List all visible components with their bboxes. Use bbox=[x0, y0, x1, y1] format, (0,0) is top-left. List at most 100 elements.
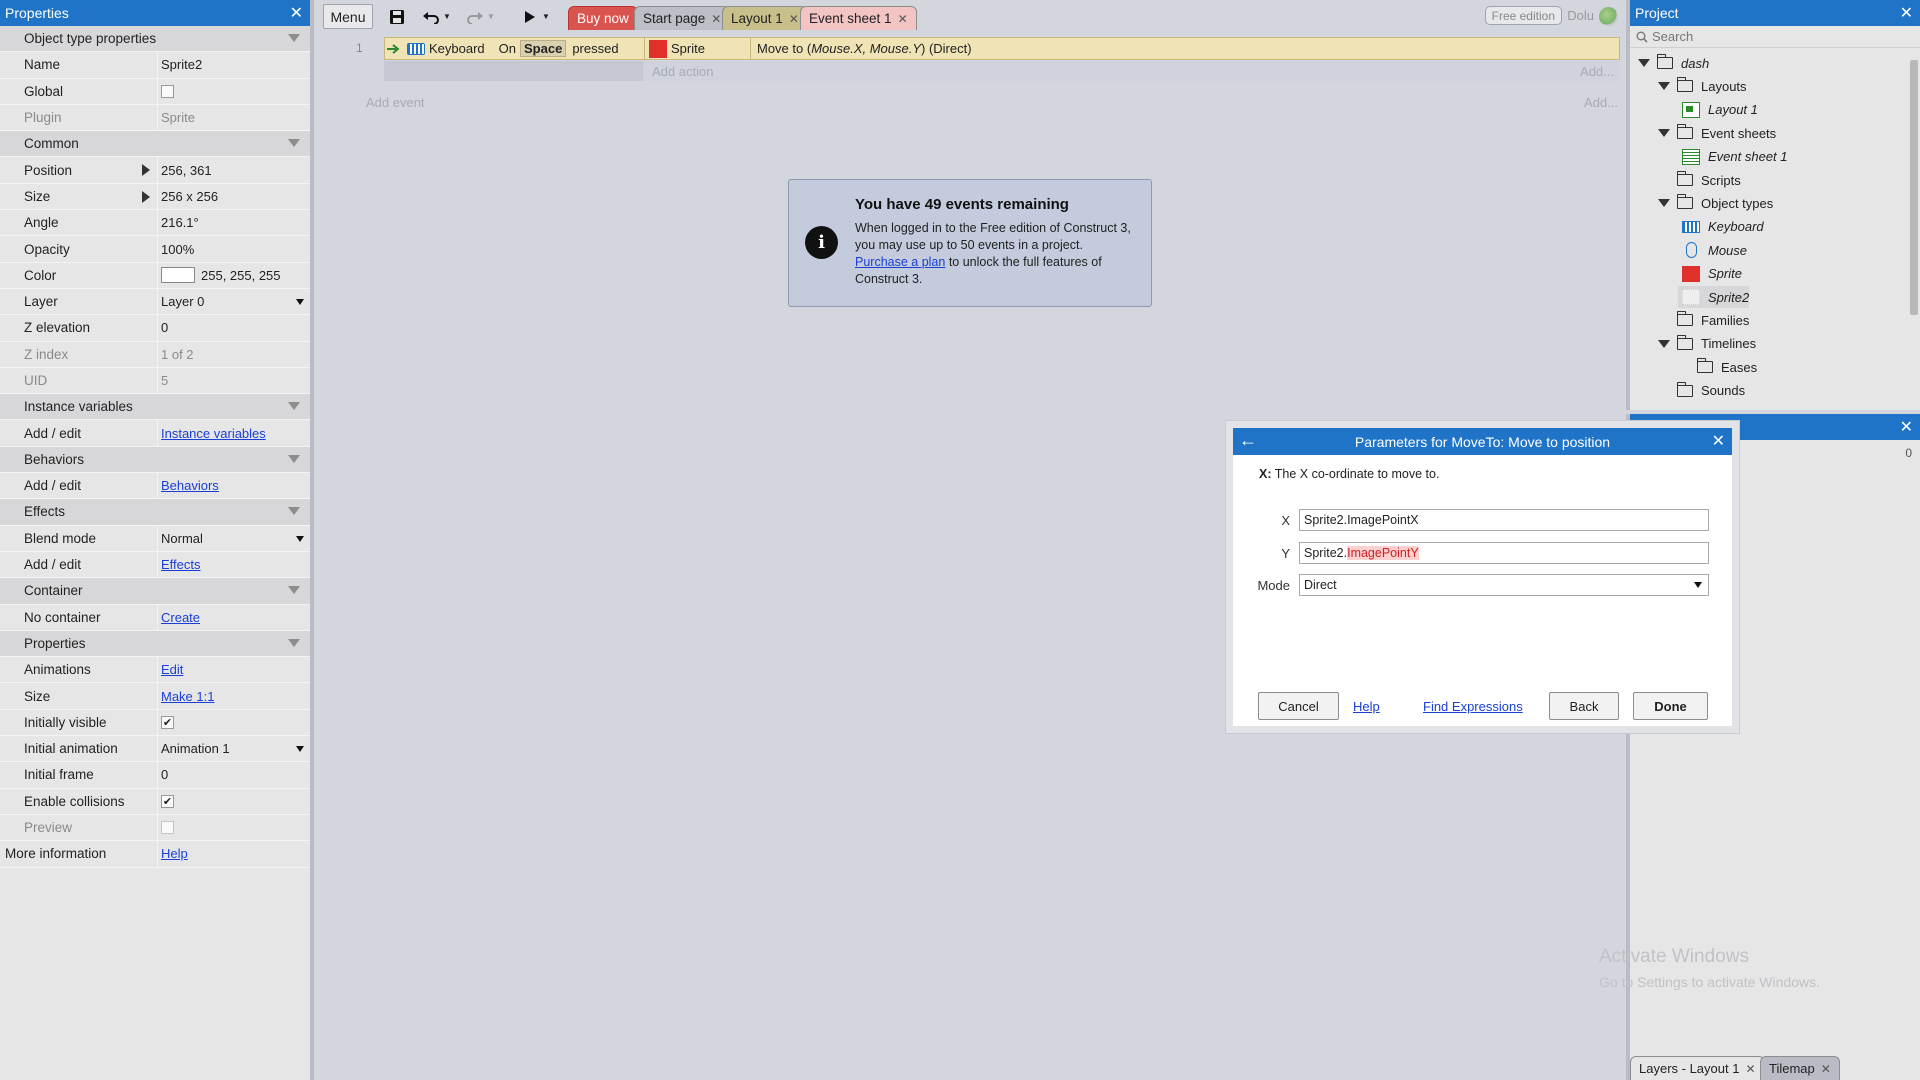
section-properties[interactable]: Properties bbox=[0, 630, 310, 658]
property-row-blend-mode[interactable]: Blend mode Normal bbox=[0, 525, 310, 552]
expand-toggle-icon[interactable] bbox=[1638, 59, 1650, 67]
property-row-more-information[interactable]: More information Help bbox=[0, 841, 310, 868]
expand-toggle-icon[interactable] bbox=[1658, 82, 1670, 91]
chevron-down-icon[interactable] bbox=[296, 746, 304, 753]
add-more-link[interactable]: Add... bbox=[1580, 64, 1614, 79]
property-row-global[interactable]: Global bbox=[0, 78, 310, 105]
property-row-layer[interactable]: Layer Layer 0 bbox=[0, 288, 310, 316]
tab-layout-1[interactable]: Layout 1 ✕ bbox=[722, 6, 808, 30]
close-icon[interactable]: ✕ bbox=[290, 3, 303, 23]
tree-item-event-sheet-1[interactable]: Event sheet 1 bbox=[1678, 146, 1788, 168]
tree-item-object-types[interactable]: Object types bbox=[1658, 192, 1773, 214]
close-icon[interactable]: ✕ bbox=[1745, 1062, 1755, 1076]
property-row-no-container[interactable]: No container Create bbox=[0, 604, 310, 631]
tree-item-sprite[interactable]: Sprite bbox=[1678, 263, 1742, 285]
close-icon[interactable]: ✕ bbox=[1900, 3, 1913, 23]
add-event-link[interactable]: Add event bbox=[366, 95, 425, 110]
property-value[interactable] bbox=[157, 78, 310, 104]
tab-layers[interactable]: Layers - Layout 1 ✕ bbox=[1630, 1056, 1765, 1080]
collapse-icon[interactable] bbox=[288, 402, 300, 411]
property-link[interactable]: Make 1:1 bbox=[161, 689, 214, 704]
color-swatch[interactable] bbox=[161, 267, 195, 284]
checkbox[interactable] bbox=[161, 821, 174, 835]
property-row-initial-frame[interactable]: Initial frame 0 bbox=[0, 762, 310, 789]
property-link[interactable]: Edit bbox=[161, 662, 183, 677]
chevron-down-icon[interactable] bbox=[296, 298, 304, 305]
close-icon[interactable]: ✕ bbox=[898, 12, 908, 26]
property-value[interactable]: 256 x 256 bbox=[157, 183, 310, 210]
expand-toggle-icon[interactable] bbox=[1658, 129, 1670, 138]
close-icon[interactable]: ✕ bbox=[1900, 417, 1913, 437]
property-link[interactable]: Instance variables bbox=[161, 426, 266, 441]
collapse-icon[interactable] bbox=[288, 454, 300, 463]
property-value[interactable]: Sprite bbox=[157, 104, 310, 131]
property-row-add-edit[interactable]: Add / edit Effects bbox=[0, 551, 310, 579]
property-value[interactable]: 216.1° bbox=[157, 210, 310, 236]
property-value[interactable]: 255, 255, 255 bbox=[157, 262, 310, 288]
back-arrow-icon[interactable]: ← bbox=[1239, 430, 1257, 451]
property-row-name[interactable]: Name Sprite2 bbox=[0, 52, 310, 79]
avatar[interactable] bbox=[1599, 7, 1618, 26]
preview-play-icon[interactable] bbox=[520, 4, 540, 29]
close-icon[interactable]: ✕ bbox=[1712, 431, 1725, 451]
section-effects[interactable]: Effects bbox=[0, 499, 310, 526]
collapse-icon[interactable] bbox=[288, 638, 300, 647]
expand-icon[interactable] bbox=[142, 164, 150, 177]
tree-item-timelines[interactable]: Timelines bbox=[1658, 333, 1756, 355]
section-container[interactable]: Container bbox=[0, 578, 310, 605]
property-value[interactable] bbox=[157, 814, 310, 841]
chevron-down-icon[interactable] bbox=[296, 535, 304, 542]
action-text[interactable]: Move to (Mouse.X, Mouse.Y) (Direct) bbox=[757, 38, 972, 59]
property-link[interactable]: Help bbox=[161, 846, 188, 861]
tree-item-layouts[interactable]: Layouts bbox=[1658, 75, 1747, 97]
property-row-add-edit[interactable]: Add / edit Instance variables bbox=[0, 420, 310, 447]
property-row-enable-collisions[interactable]: Enable collisions ✔ bbox=[0, 788, 310, 815]
close-icon[interactable]: ✕ bbox=[789, 12, 799, 26]
property-value[interactable]: Layer 0 bbox=[157, 288, 310, 315]
tree-item-eases[interactable]: Eases bbox=[1678, 356, 1757, 378]
property-link[interactable]: Behaviors bbox=[161, 478, 219, 493]
find-expressions-link[interactable]: Find Expressions bbox=[1423, 699, 1523, 714]
add-action-link[interactable]: Add action bbox=[652, 64, 713, 79]
tab-buy-now[interactable]: Buy now bbox=[568, 6, 638, 30]
property-value[interactable]: Create bbox=[157, 604, 310, 630]
property-value[interactable]: Behaviors bbox=[157, 473, 310, 499]
x-input[interactable]: Sprite2.ImagePointX bbox=[1299, 509, 1709, 531]
tree-item-dash[interactable]: dash bbox=[1638, 52, 1709, 74]
section-object-type-properties[interactable]: Object type properties bbox=[0, 26, 310, 53]
property-row-position[interactable]: Position 256, 361 bbox=[0, 157, 310, 184]
add-more-link[interactable]: Add... bbox=[1584, 95, 1618, 110]
property-row-color[interactable]: Color 255, 255, 255 bbox=[0, 262, 310, 289]
mode-select[interactable]: Direct bbox=[1299, 574, 1709, 596]
property-value[interactable]: Edit bbox=[157, 657, 310, 683]
section-behaviors[interactable]: Behaviors bbox=[0, 446, 310, 474]
search-input[interactable]: Search bbox=[1630, 26, 1920, 48]
property-row-preview[interactable]: Preview bbox=[0, 814, 310, 842]
tree-item-event-sheets[interactable]: Event sheets bbox=[1658, 122, 1776, 144]
action[interactable]: Sprite bbox=[649, 38, 705, 59]
property-value[interactable]: Make 1:1 bbox=[157, 683, 310, 709]
tree-item-layout-1[interactable]: Layout 1 bbox=[1678, 99, 1758, 121]
purchase-plan-link[interactable]: Purchase a plan bbox=[855, 255, 945, 269]
property-value[interactable]: Help bbox=[157, 841, 310, 867]
property-value[interactable]: 0 bbox=[157, 315, 310, 341]
collapse-icon[interactable] bbox=[288, 586, 300, 595]
property-value[interactable]: Instance variables bbox=[157, 420, 310, 446]
property-row-angle[interactable]: Angle 216.1° bbox=[0, 210, 310, 237]
scrollbar[interactable] bbox=[1910, 60, 1918, 315]
property-link[interactable]: Effects bbox=[161, 557, 201, 572]
property-row-opacity[interactable]: Opacity 100% bbox=[0, 236, 310, 263]
checkbox[interactable] bbox=[161, 84, 174, 98]
help-link[interactable]: Help bbox=[1353, 699, 1380, 714]
checkbox[interactable]: ✔ bbox=[161, 715, 174, 729]
undo-icon[interactable] bbox=[420, 4, 442, 29]
checkbox[interactable]: ✔ bbox=[161, 794, 174, 808]
property-row-uid[interactable]: UID 5 bbox=[0, 367, 310, 395]
property-row-animations[interactable]: Animations Edit bbox=[0, 657, 310, 684]
save-icon[interactable] bbox=[386, 4, 408, 29]
section-common[interactable]: Common bbox=[0, 131, 310, 158]
close-icon[interactable]: ✕ bbox=[1821, 1062, 1831, 1076]
property-value[interactable]: Animation 1 bbox=[157, 736, 310, 762]
tab-event-sheet-1[interactable]: Event sheet 1 ✕ bbox=[800, 6, 917, 30]
tree-item-mouse[interactable]: Mouse bbox=[1678, 239, 1747, 261]
